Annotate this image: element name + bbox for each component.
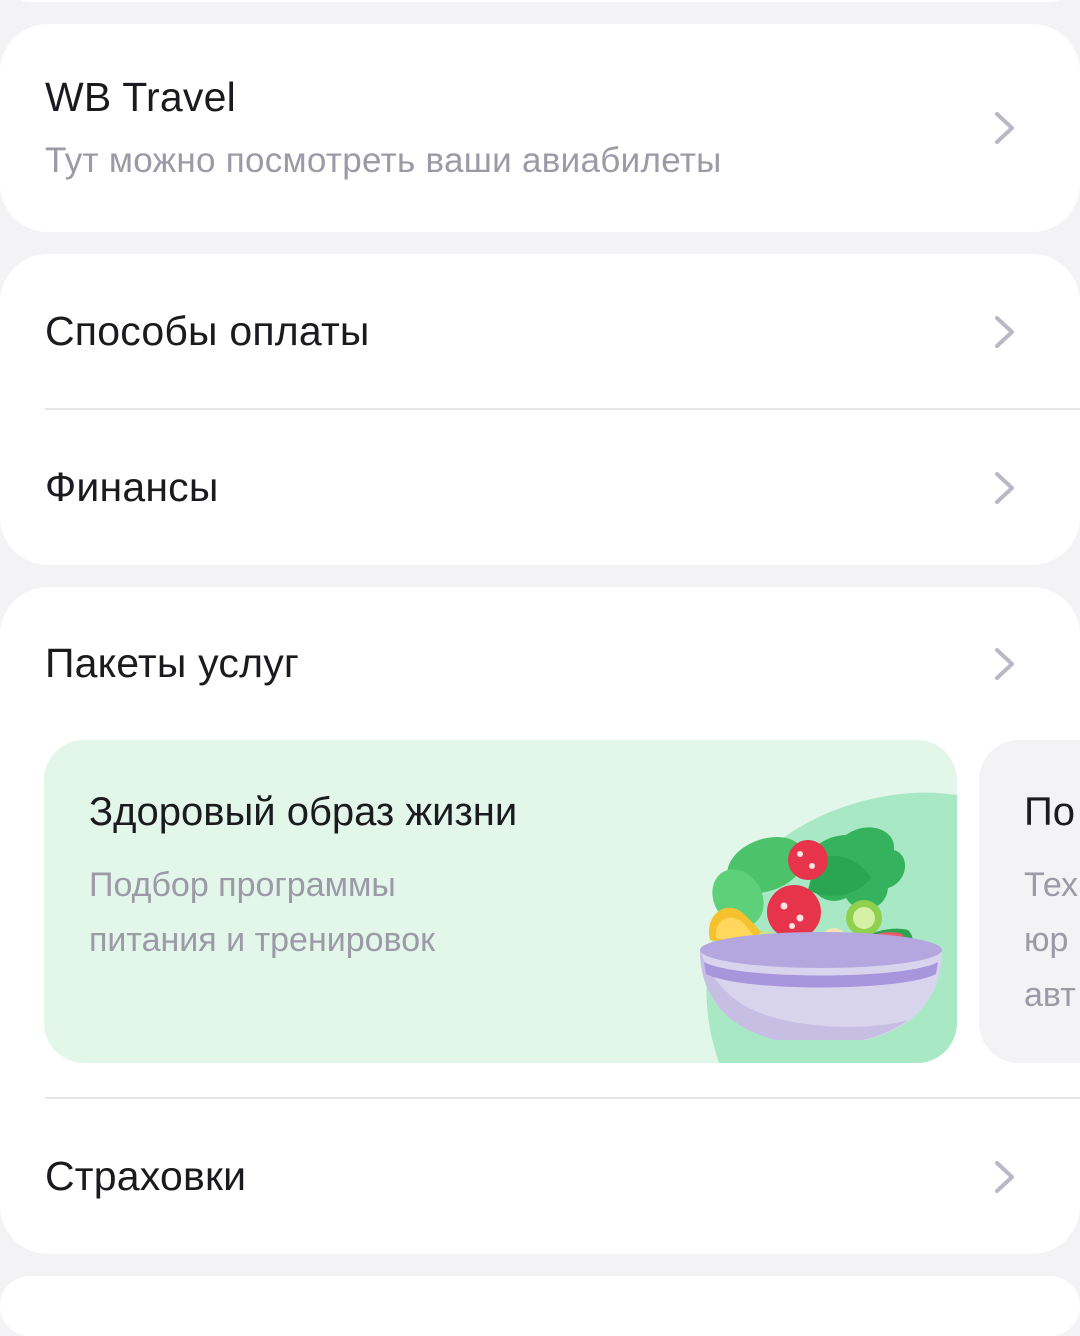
chevron-right-icon bbox=[995, 472, 1014, 504]
chevron-right-icon bbox=[995, 316, 1014, 348]
package-description: Подбор программы питания и тренировок bbox=[89, 866, 436, 959]
insurance-row[interactable]: Страховки bbox=[0, 1099, 1080, 1254]
chevron-right-icon bbox=[995, 648, 1014, 680]
package-title: Здоровый образ жизни bbox=[89, 790, 518, 834]
service-packages-title: Пакеты услуг bbox=[45, 640, 300, 686]
salad-bowl-icon bbox=[700, 827, 942, 1040]
healthy-lifestyle-package-card[interactable]: Здоровый образ жизни Подбор программы пи… bbox=[44, 740, 957, 1063]
insurance-label: Страховки bbox=[45, 1153, 247, 1199]
payment-methods-label: Способы оплаты bbox=[45, 308, 370, 354]
package-title: По bbox=[1024, 790, 1075, 834]
chevron-right-icon bbox=[995, 1161, 1014, 1193]
next-card-top bbox=[0, 1276, 1080, 1336]
finance-label: Финансы bbox=[45, 464, 219, 510]
chevron-right-icon bbox=[995, 112, 1014, 144]
services-card: Пакеты услуг Здоровый образ жизни Подбор… bbox=[0, 587, 1080, 1254]
wb-travel-title: WB Travel bbox=[45, 74, 236, 120]
payments-card: Способы оплаты Финансы bbox=[0, 254, 1080, 565]
previous-card-bottom bbox=[0, 0, 1080, 2]
finance-row[interactable]: Финансы bbox=[0, 410, 1080, 565]
payment-methods-row[interactable]: Способы оплаты bbox=[0, 254, 1080, 409]
second-package-card[interactable]: По Тех юр авт bbox=[979, 740, 1080, 1063]
wb-travel-card[interactable]: WB Travel Тут можно посмотреть ваши авиа… bbox=[0, 24, 1080, 232]
package-description: Тех юр авт bbox=[1024, 866, 1079, 1014]
service-packages-row[interactable]: Пакеты услуг bbox=[0, 587, 1080, 727]
wb-travel-subtitle: Тут можно посмотреть ваши авиабилеты bbox=[45, 141, 722, 180]
